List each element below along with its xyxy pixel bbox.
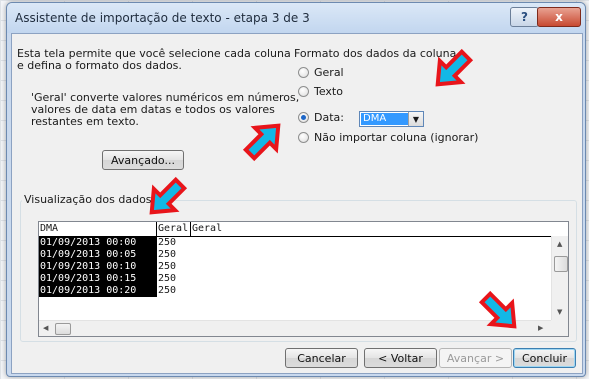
close-icon: x — [555, 10, 563, 24]
radio-texto-label: Texto — [314, 85, 343, 98]
back-button[interactable]: < Voltar — [364, 348, 437, 368]
next-button[interactable]: Avançar > — [439, 348, 512, 368]
scroll-up-icon[interactable]: ▲ — [557, 240, 562, 248]
dialog-title: Assistente de importação de texto - etap… — [15, 11, 310, 25]
scroll-corner — [551, 320, 568, 336]
vertical-scroll-thumb[interactable] — [554, 256, 568, 272]
advanced-button-label: Avançado... — [111, 153, 175, 167]
dialog-body: Esta tela permite que você selecione cad… — [11, 33, 583, 374]
preview-cell-value[interactable]: 250 — [157, 237, 191, 249]
preview-row: 01/09/2013 00:10 250 — [39, 261, 191, 273]
preview-row: 01/09/2013 00:20 250 — [39, 285, 191, 297]
radio-button-selected-icon — [298, 112, 309, 123]
next-button-label: Avançar > — [446, 351, 505, 365]
radio-data-label: Data: — [314, 111, 344, 124]
scroll-down-icon[interactable]: ▼ — [557, 308, 562, 316]
cancel-button[interactable]: Cancelar — [285, 348, 358, 368]
preview-row: 01/09/2013 00:15 250 — [39, 273, 191, 285]
horizontal-scrollbar[interactable]: ◀ ▶ — [39, 320, 551, 336]
preview-cell-value[interactable]: 250 — [157, 261, 191, 273]
preview-cell-value[interactable]: 250 — [157, 285, 191, 297]
radio-geral[interactable]: Geral — [298, 66, 344, 79]
horizontal-scroll-thumb[interactable] — [55, 323, 71, 335]
finish-button-label: Concluir — [521, 351, 568, 365]
date-format-dropdown[interactable]: DMA ▼ — [359, 111, 424, 127]
column-header-1[interactable]: DMA — [39, 222, 157, 236]
cancel-button-label: Cancelar — [297, 351, 346, 365]
close-button[interactable]: x — [537, 7, 581, 27]
vertical-scrollbar[interactable]: ▲ ▼ — [551, 236, 568, 320]
preview-rows: 01/09/2013 00:00 250 01/09/2013 00:05 25… — [39, 237, 191, 297]
preview-cell-date[interactable]: 01/09/2013 00:05 — [39, 249, 157, 261]
radio-button-icon — [298, 132, 309, 143]
preview-row: 01/09/2013 00:00 250 — [39, 237, 191, 249]
date-format-value: DMA — [361, 113, 410, 125]
finish-button[interactable]: Concluir — [513, 348, 576, 368]
help-button[interactable]: ? — [510, 7, 539, 27]
general-info-line3: restantes em texto. — [31, 115, 139, 128]
preview-cell-date[interactable]: 01/09/2013 00:00 — [39, 237, 157, 249]
preview-title: Visualização dos dados — [22, 193, 154, 206]
preview-header: DMA Geral Geral — [39, 222, 551, 237]
preview-cell-date[interactable]: 01/09/2013 00:10 — [39, 261, 157, 273]
radio-geral-label: Geral — [314, 66, 344, 79]
preview-cell-date[interactable]: 01/09/2013 00:20 — [39, 285, 157, 297]
radio-data[interactable]: Data: — [298, 111, 344, 124]
column-header-2[interactable]: Geral — [157, 222, 191, 236]
preview-row: 01/09/2013 00:05 250 — [39, 249, 191, 261]
radio-nao-importar-label: Não importar coluna (ignorar) — [314, 131, 479, 144]
preview-cell-date[interactable]: 01/09/2013 00:15 — [39, 273, 157, 285]
import-wizard-dialog: Assistente de importação de texto - etap… — [6, 2, 586, 377]
radio-texto[interactable]: Texto — [298, 85, 343, 98]
column-header-3[interactable]: Geral — [191, 222, 551, 236]
help-icon: ? — [521, 10, 528, 24]
preview-cell-value[interactable]: 250 — [157, 273, 191, 285]
scroll-left-icon[interactable]: ◀ — [43, 324, 48, 332]
advanced-button[interactable]: Avançado... — [102, 150, 184, 170]
radio-nao-importar[interactable]: Não importar coluna (ignorar) — [298, 131, 478, 144]
scroll-right-icon[interactable]: ▶ — [538, 324, 543, 332]
title-bar: Assistente de importação de texto - etap… — [7, 3, 585, 33]
column-format-title: Formato dos dados da coluna — [294, 47, 457, 60]
intro-text-line2: e defina o formato dos dados. — [17, 59, 182, 72]
preview-cell-value[interactable]: 250 — [157, 249, 191, 261]
radio-button-icon — [298, 67, 309, 78]
dropdown-arrow-icon[interactable]: ▼ — [408, 112, 423, 126]
data-preview: DMA Geral Geral 01/09/2013 00:00 250 01/… — [38, 221, 569, 337]
radio-button-icon — [298, 86, 309, 97]
back-button-label: < Voltar — [378, 351, 423, 365]
